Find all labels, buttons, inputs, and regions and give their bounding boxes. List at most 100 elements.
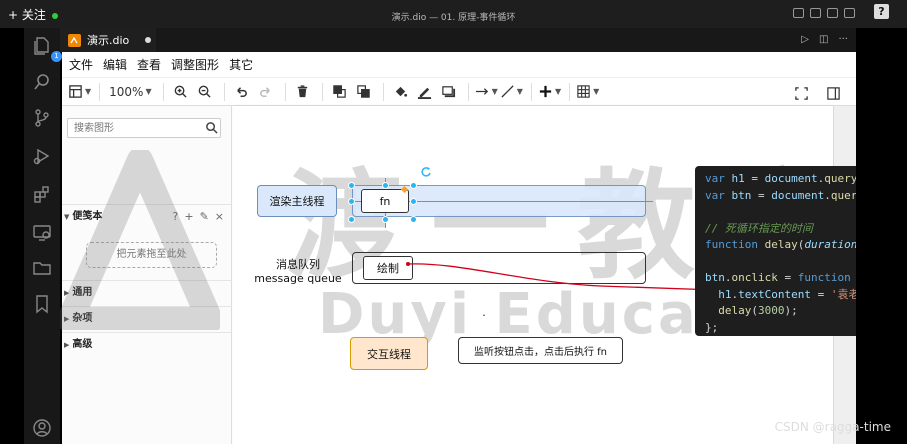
toolbar-divider [569, 82, 571, 101]
customize-layout-icon[interactable] [844, 8, 855, 18]
toolbar-right [790, 82, 846, 104]
files-icon[interactable]: 1 [32, 36, 62, 62]
collapse-panel-icon[interactable] [822, 82, 844, 104]
resize-handle[interactable] [348, 198, 355, 205]
format-panel-icon[interactable]: ▼ [68, 81, 91, 103]
render-thread-box[interactable]: 渲染主线程 [257, 185, 337, 217]
shape-search-input[interactable] [67, 118, 221, 138]
csdn-credit: CSDN @ragga-time [774, 420, 891, 434]
help-icon[interactable]: ? [874, 4, 889, 19]
search-icon[interactable] [32, 72, 52, 92]
resize-handle[interactable] [382, 182, 389, 189]
code-line-8: h1.textContent = '袁老 [718, 287, 856, 301]
folder-icon[interactable] [32, 258, 52, 278]
menu-arrange[interactable]: 调整图形 [171, 56, 219, 73]
layout-controls [793, 8, 855, 18]
menu-file[interactable]: 文件 [69, 56, 93, 73]
shadow-icon[interactable] [438, 81, 460, 103]
editor-tab-label: 演示.dio [87, 34, 130, 47]
bookmark-icon[interactable] [32, 294, 52, 314]
window-titlebar: + 关注 演示.dio — 01. 原理-事件循环 ? [0, 0, 907, 28]
more-actions-icon[interactable]: ··· [838, 34, 848, 45]
chevron-right-icon: ▶ [64, 341, 70, 349]
resize-handle[interactable] [348, 216, 355, 223]
run-debug-icon[interactable] [32, 146, 52, 166]
code-line-1: var h1 = document.query [705, 172, 856, 185]
toggle-sidebar-icon[interactable] [793, 8, 804, 18]
run-icon[interactable]: ▷ [801, 34, 809, 45]
code-line-4: // 死循环指定的时间 [705, 221, 813, 235]
message-queue-label-cn: 消息队列 [276, 258, 320, 271]
zoom-value: 100% [109, 84, 144, 99]
resize-handle[interactable] [410, 182, 417, 189]
resize-handle[interactable] [410, 216, 417, 223]
menu-edit[interactable]: 编辑 [103, 56, 127, 73]
listener-note-label: 监听按钮点击，点击后执行 fn [473, 347, 608, 358]
source-control-icon[interactable] [32, 108, 52, 128]
zoom-select[interactable]: 100% ▼ [106, 81, 154, 103]
search-icon[interactable] [205, 121, 218, 134]
to-front-icon[interactable] [329, 81, 351, 103]
toolbar-divider [223, 82, 225, 101]
table-icon[interactable]: ▼ [576, 81, 599, 103]
to-back-icon[interactable] [353, 81, 375, 103]
code-line-10: }; [705, 320, 719, 334]
remote-explorer-icon[interactable] [32, 222, 52, 242]
message-queue-label-en: message queue [254, 272, 342, 285]
menu-extras[interactable]: 其它 [229, 56, 253, 73]
code-line-7: btn.onclick = function [705, 271, 851, 284]
toggle-secondary-sidebar-icon[interactable] [827, 8, 838, 18]
redo-icon[interactable] [255, 81, 277, 103]
code-line-9: delay(3000); [718, 304, 798, 317]
fn-block-label: fn [379, 194, 391, 208]
rotate-icon[interactable] [420, 166, 432, 178]
insert-icon[interactable]: ▼ [538, 81, 561, 103]
explorer-badge: 1 [51, 51, 62, 62]
editor-actions: ▷ ◫ ··· [801, 34, 848, 45]
toolbar-divider [467, 82, 469, 101]
editor-tab[interactable]: 演示.dio [60, 28, 156, 52]
split-editor-icon[interactable]: ◫ [819, 34, 828, 45]
unsaved-dot-icon[interactable] [145, 37, 152, 43]
activity-bar: 1 [24, 28, 62, 444]
resize-handle[interactable] [348, 182, 355, 189]
toolbar-divider [321, 82, 323, 101]
interaction-thread-box[interactable]: 交互线程 [350, 337, 428, 370]
fn-block[interactable]: fn [361, 189, 409, 213]
account-icon[interactable] [32, 418, 52, 438]
toolbar-divider [162, 82, 164, 101]
resize-handle[interactable] [382, 216, 389, 223]
delete-icon[interactable] [292, 81, 314, 103]
listener-note-box[interactable]: 监听按钮点击，点击后执行 fn [458, 337, 623, 364]
toolbar-divider [530, 82, 532, 101]
fill-color-icon[interactable] [390, 81, 412, 103]
draw-block-label: 绘制 [377, 262, 399, 275]
toolbar: ▼ 100% ▼ ▼ ▼ ▼ ▼ [62, 78, 856, 106]
section-advanced[interactable]: ▶ 高级 [62, 332, 232, 356]
resize-handle[interactable] [410, 198, 417, 205]
menu-bar: 文件 编辑 查看 调整图形 其它 [62, 52, 856, 78]
menu-view[interactable]: 查看 [137, 56, 161, 73]
zoom-out-icon[interactable] [194, 81, 216, 103]
code-line-5: function delay(duration [705, 238, 856, 251]
toolbar-divider [284, 82, 286, 101]
toggle-panel-icon[interactable] [810, 8, 821, 18]
section-advanced-label: 高级 [72, 339, 93, 350]
message-queue-label: 消息队列 message queue [248, 258, 348, 286]
window-margin [856, 28, 907, 444]
render-thread-label: 渲染主线程 [269, 195, 325, 208]
extensions-icon[interactable] [32, 184, 52, 204]
toolbar-divider [382, 82, 384, 101]
stray-dot: . [482, 306, 486, 319]
line-color-icon[interactable] [414, 81, 436, 103]
toolbar-divider [99, 82, 101, 101]
undo-icon[interactable] [231, 81, 253, 103]
code-snippet-overlay: var h1 = document.query var btn = docume… [695, 166, 856, 336]
waypoints-icon[interactable]: ▼ [500, 81, 523, 103]
connection-icon[interactable]: ▼ [475, 81, 498, 103]
fullscreen-icon[interactable] [790, 82, 812, 104]
annotation-arrow [406, 262, 717, 291]
code-line-2: var btn = document.quer [705, 188, 856, 202]
drawio-icon [68, 33, 81, 47]
zoom-in-icon[interactable] [170, 81, 192, 103]
